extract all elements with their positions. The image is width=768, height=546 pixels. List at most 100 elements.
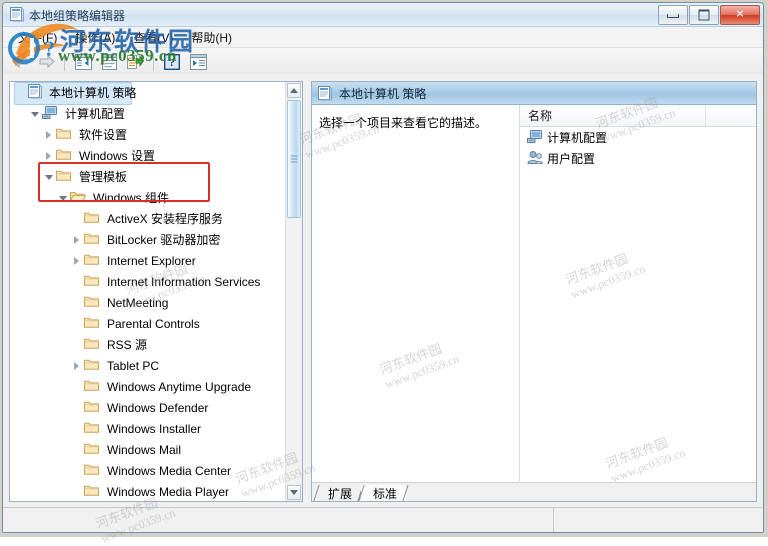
menu-action[interactable]: 操作(A) [66, 27, 124, 48]
back-button[interactable] [8, 50, 32, 73]
list-item[interactable]: 计算机配置 [520, 127, 756, 148]
tree-item-content: Internet Information Services [72, 274, 260, 290]
tree-item-content: ActiveX 安装程序服务 [72, 210, 223, 227]
help-question-icon: ? [164, 53, 180, 70]
chevron-down-icon [290, 490, 298, 495]
tree-item[interactable]: 计算机配置 [10, 103, 302, 124]
tab-standard[interactable]: 标准 [361, 485, 407, 501]
tree-item-content: Windows 组件 [58, 189, 169, 206]
show-hide-tree-button[interactable] [71, 50, 95, 73]
content-area: 本地计算机 策略 计算机配置 软件设置 Windows 设置 管理模板 Windows 组… [3, 74, 763, 506]
folder-icon [84, 379, 100, 395]
tree-item-label: BitLocker 驱动器加密 [107, 233, 221, 247]
screenshot-root: 本地组策略编辑器 ✕ 文件(F) 操作(A) 查看(V) 帮助(H) ? 本地计… [0, 0, 768, 545]
expander-empty [72, 402, 84, 414]
expander-open-icon[interactable] [44, 171, 56, 183]
tree-item[interactable]: Windows Media Center [10, 460, 302, 481]
tree-item[interactable]: Windows Mail [10, 439, 302, 460]
folder-icon [84, 463, 100, 479]
details-split: 选择一个项目来查看它的描述。 名称 计算机配置 用户配置 [312, 105, 756, 483]
user-icon [527, 150, 543, 168]
folder-icon [56, 148, 72, 164]
expander-empty [72, 381, 84, 393]
expander-empty [72, 213, 84, 225]
folder-open-icon [69, 190, 87, 206]
expander-collapsed-icon[interactable] [44, 129, 56, 141]
tree-item[interactable]: Windows Media Player [10, 481, 302, 501]
properties-button[interactable] [97, 50, 121, 73]
menu-file[interactable]: 文件(F) [9, 27, 66, 48]
console-root-icon [28, 83, 42, 102]
tree-item[interactable]: Internet Explorer [10, 250, 302, 271]
column-header-blank[interactable] [706, 105, 756, 126]
show-action-pane-button[interactable] [186, 50, 210, 73]
tree-item-label: NetMeeting [107, 295, 169, 310]
expander-empty [16, 87, 28, 99]
tree-item[interactable]: BitLocker 驱动器加密 [10, 229, 302, 250]
list-item[interactable]: 用户配置 [520, 148, 756, 169]
expander-collapsed-icon[interactable] [72, 360, 84, 372]
expander-collapsed-icon[interactable] [44, 150, 56, 162]
maximize-button[interactable] [689, 5, 719, 25]
tree-item-label: Windows 设置 [79, 149, 156, 163]
tree-item-label: Parental Controls [107, 316, 200, 331]
tree-item-content: Windows Installer [72, 421, 201, 437]
tree-item[interactable]: RSS 源 [10, 334, 302, 355]
tree-item[interactable]: Internet Information Services [10, 271, 302, 292]
folder-icon [56, 127, 72, 143]
tree-item[interactable]: Windows 设置 [10, 145, 302, 166]
tree-item-content: Tablet PC [72, 358, 159, 374]
tree-item-content: 本地计算机 策略 [16, 83, 137, 102]
expander-collapsed-icon[interactable] [72, 255, 84, 267]
list-view[interactable]: 名称 计算机配置 用户配置 [519, 105, 756, 483]
tree-item-content: NetMeeting [72, 295, 168, 311]
tree-item[interactable]: Windows Defender [10, 397, 302, 418]
tree-item-content: Windows Media Center [72, 463, 231, 479]
action-pane-icon [189, 53, 207, 70]
menu-help[interactable]: 帮助(H) [182, 27, 241, 48]
minimize-button[interactable] [658, 5, 688, 25]
tree-item[interactable]: ActiveX 安装程序服务 [10, 208, 302, 229]
title-bar: 本地组策略编辑器 ✕ [3, 3, 763, 27]
tree-item-label: Internet Explorer [107, 253, 196, 268]
scrollbar-grip [290, 154, 298, 165]
tree-item-content: 管理模板 [44, 168, 127, 185]
tree-item-label: RSS 源 [107, 338, 148, 352]
folder-icon [84, 358, 100, 374]
expander-empty [72, 423, 84, 435]
expander-open-icon[interactable] [58, 192, 70, 204]
tab-extended[interactable]: 扩展 [316, 485, 362, 501]
menu-view[interactable]: 查看(V) [124, 27, 182, 48]
expander-open-icon[interactable] [30, 108, 42, 120]
tree-item[interactable]: NetMeeting [10, 292, 302, 313]
scroll-down-button[interactable] [287, 485, 301, 500]
scroll-up-button[interactable] [287, 83, 301, 98]
forward-button[interactable] [34, 50, 58, 73]
tree-view[interactable]: 本地计算机 策略计算机配置 软件设置 Windows 设置 管理模板 Windows 组… [10, 82, 302, 501]
tree-item-label: 本地计算机 策略 [49, 86, 137, 100]
export-list-button[interactable] [123, 50, 147, 73]
tree-vertical-scrollbar[interactable] [285, 82, 302, 501]
tree-item[interactable]: Windows Installer [10, 418, 302, 439]
help-button[interactable]: ? [160, 50, 184, 73]
tree-item[interactable]: Parental Controls [10, 313, 302, 334]
folder-icon [84, 442, 100, 458]
status-cell-left [3, 508, 554, 532]
tree-item-selected[interactable]: 本地计算机 策略 [10, 82, 302, 105]
computer-icon [527, 129, 543, 147]
app-window: 本地组策略编辑器 ✕ 文件(F) 操作(A) 查看(V) 帮助(H) ? 本地计… [2, 2, 764, 533]
tree-item[interactable]: Windows 组件 [10, 187, 302, 208]
arrow-right-icon [39, 54, 55, 69]
column-header-name[interactable]: 名称 [520, 105, 706, 126]
close-button[interactable]: ✕ [720, 5, 760, 25]
tree-item[interactable]: 软件设置 [10, 124, 302, 145]
tree-item-label: 管理模板 [79, 170, 128, 184]
tree-item-content: Windows Media Player [72, 484, 229, 500]
tree-item-label: Windows Anytime Upgrade [107, 379, 252, 394]
expander-collapsed-icon[interactable] [72, 234, 84, 246]
expander-empty [72, 297, 84, 309]
tree-item[interactable]: 管理模板 [10, 166, 302, 187]
tree-item[interactable]: Tablet PC [10, 355, 302, 376]
tree-item[interactable]: Windows Anytime Upgrade [10, 376, 302, 397]
scrollbar-thumb[interactable] [287, 100, 301, 218]
